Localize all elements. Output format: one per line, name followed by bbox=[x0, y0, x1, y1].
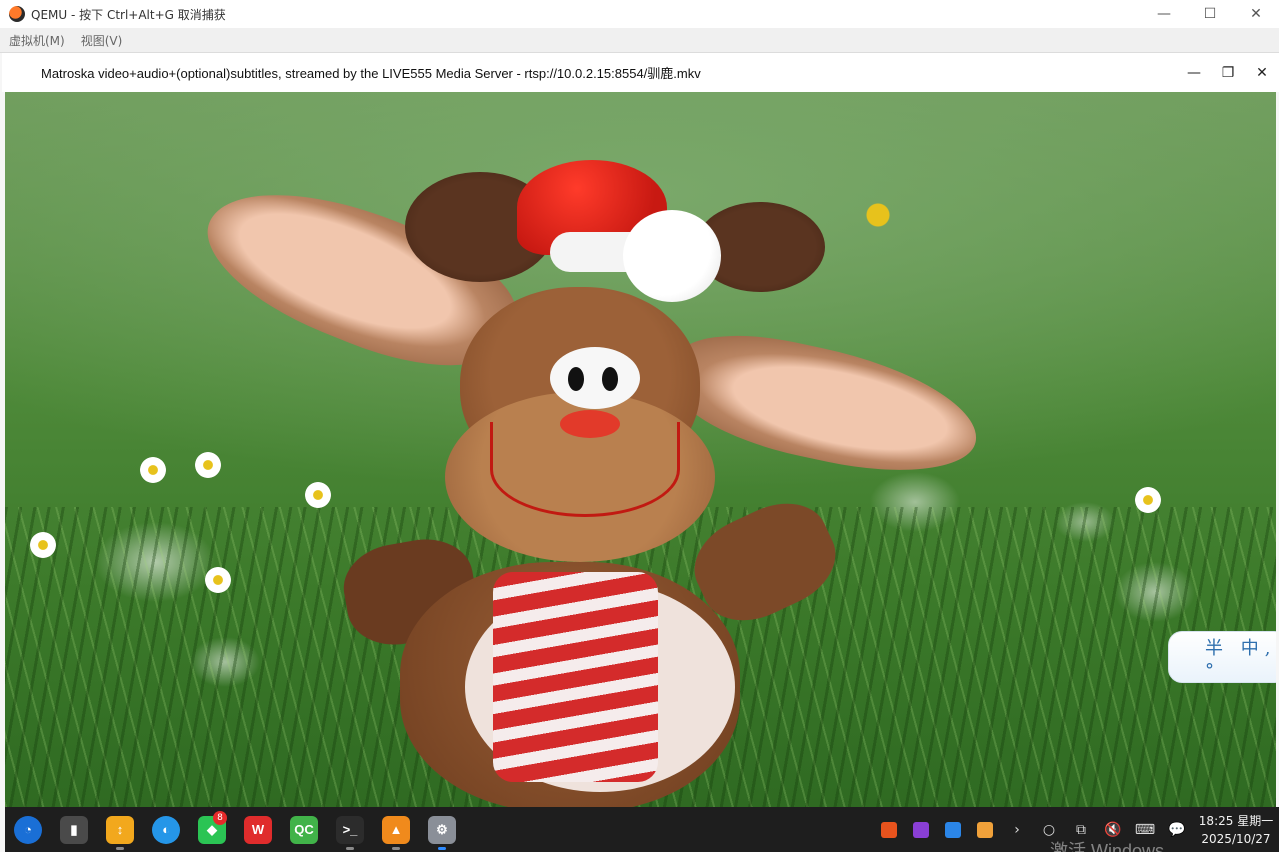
running-indicator bbox=[438, 847, 446, 850]
clock-time: 18:25 星期一 bbox=[1198, 813, 1274, 828]
qemu-menu-bar: 虚拟机(M) 视图(V) bbox=[0, 28, 1279, 53]
deepin-launcher-icon: ◔ bbox=[14, 815, 42, 844]
tray-expand-icon[interactable]: › bbox=[1001, 807, 1033, 852]
taskbar-browser[interactable]: ◐ bbox=[143, 807, 189, 852]
taskbar-multitask-view[interactable]: ▮ bbox=[51, 807, 97, 852]
taskbar-vlc[interactable]: ▲ bbox=[373, 807, 419, 852]
guest-desktop: Matroska video+audio+(optional)subtitles… bbox=[0, 53, 1279, 861]
terminal-icon: >_ bbox=[336, 815, 364, 844]
taskbar-wps[interactable]: W bbox=[235, 807, 281, 852]
unread-badge: 8 bbox=[213, 811, 227, 825]
mail-app-icon bbox=[977, 821, 993, 838]
browser-icon: ◐ bbox=[152, 815, 180, 844]
qemu-maximize-button[interactable]: ☐ bbox=[1187, 0, 1233, 28]
qemu-close-button[interactable]: ✕ bbox=[1233, 0, 1279, 28]
clock-date: 2025/10/27 bbox=[1201, 831, 1271, 846]
yellow-flower bbox=[865, 202, 891, 228]
clock[interactable]: 18:25 星期一 2025/10/27 bbox=[1193, 807, 1279, 852]
wps-icon: W bbox=[244, 815, 272, 844]
tray-app-2[interactable] bbox=[905, 807, 937, 852]
reindeer-right-pupil bbox=[602, 367, 618, 391]
tray-app-3[interactable] bbox=[937, 807, 969, 852]
daisy-flower bbox=[140, 457, 166, 483]
player-restore-button[interactable]: ❐ bbox=[1211, 53, 1245, 92]
running-indicator bbox=[392, 847, 400, 850]
qemu-window-controls: — ☐ ✕ bbox=[1141, 0, 1279, 28]
player-close-button[interactable]: ✕ bbox=[1245, 53, 1279, 92]
video-frame[interactable]: 半 中,° bbox=[5, 92, 1276, 807]
reindeer-scarf bbox=[493, 572, 658, 782]
player-title-bar: Matroska video+audio+(optional)subtitles… bbox=[2, 53, 1279, 92]
player-window-title: Matroska video+audio+(optional)subtitles… bbox=[41, 66, 701, 81]
reindeer-left-pupil bbox=[568, 367, 584, 391]
running-indicator bbox=[116, 847, 124, 850]
tray-app-1[interactable] bbox=[873, 807, 905, 852]
daisy-flower bbox=[305, 482, 331, 508]
daisy-flower bbox=[195, 452, 221, 478]
taskbar-terminal[interactable]: >_ bbox=[327, 807, 373, 852]
player-minimize-button[interactable]: — bbox=[1177, 53, 1211, 92]
floating-bubble-text: 半 中,° bbox=[1205, 637, 1276, 681]
daisy-flower bbox=[205, 567, 231, 593]
qemu-logo-icon bbox=[9, 6, 25, 22]
activation-watermark: 激活 Windows bbox=[1050, 841, 1165, 861]
app-store-icon: ↕ bbox=[106, 815, 134, 844]
notification-icon[interactable]: 💬 bbox=[1161, 807, 1193, 852]
menu-view[interactable]: 视图(V) bbox=[73, 32, 131, 49]
taskbar-wechat[interactable]: ◆ 8 bbox=[189, 807, 235, 852]
taskbar-launcher[interactable]: ◔ bbox=[5, 807, 51, 852]
reindeer-eyes bbox=[550, 347, 640, 409]
tray-apps bbox=[873, 807, 1001, 852]
camera-app-icon bbox=[913, 821, 929, 838]
taskbar-apps: ◔ ▮ ↕ ◐ ◆ 8 W QC >_ ▲ ⚙ bbox=[5, 807, 465, 852]
settings-icon: ⚙ bbox=[428, 815, 456, 844]
vlc-icon: ▲ bbox=[382, 815, 410, 844]
taskbar-settings[interactable]: ⚙ bbox=[419, 807, 465, 852]
menu-machine[interactable]: 虚拟机(M) bbox=[0, 32, 73, 49]
running-indicator bbox=[346, 847, 354, 850]
daisy-flower bbox=[30, 532, 56, 558]
reindeer-nose bbox=[560, 410, 620, 438]
taskbar-qt-creator[interactable]: QC bbox=[281, 807, 327, 852]
player-window-controls: — ❐ ✕ bbox=[1177, 53, 1279, 92]
taskbar-app-store[interactable]: ↕ bbox=[97, 807, 143, 852]
feishu-icon bbox=[945, 821, 961, 838]
multitask-view-icon: ▮ bbox=[60, 815, 88, 844]
qemu-minimize-button[interactable]: — bbox=[1141, 0, 1187, 28]
floating-input-bubble[interactable]: 半 中,° bbox=[1168, 631, 1276, 683]
tray-app-4[interactable] bbox=[969, 807, 1001, 852]
qemu-window-title: QEMU - 按下 Ctrl+Alt+G 取消捕获 bbox=[31, 7, 226, 22]
colorful-app-icon bbox=[881, 821, 897, 838]
daisy-flower bbox=[1135, 487, 1161, 513]
qemu-title-bar: QEMU - 按下 Ctrl+Alt+G 取消捕获 — ☐ ✕ bbox=[0, 0, 1279, 28]
santa-hat-pompom bbox=[623, 210, 721, 302]
qt-creator-icon: QC bbox=[290, 815, 318, 844]
